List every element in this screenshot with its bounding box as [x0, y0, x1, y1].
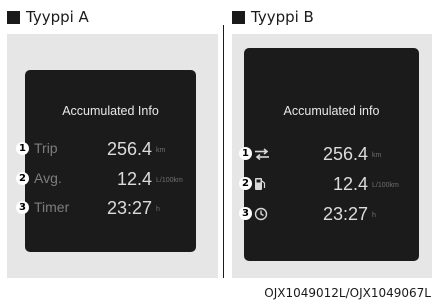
- callout-badge-1: 1: [239, 147, 252, 160]
- figure-caption: OJX1049012L/OJX1049067L: [264, 286, 431, 300]
- trip-arrows-icon: [254, 147, 270, 166]
- type-a-display-screen: Accumulated Info 1 Trip 256.4 km 2 Avg. …: [16, 70, 196, 252]
- callout-badge-2: 2: [239, 177, 252, 190]
- type-b-display-screen: Accumulated info 1 256.4 km 2 12.4 L/100…: [239, 48, 419, 261]
- average-value: 12.4: [332, 174, 368, 194]
- trip-value: 256.4: [106, 139, 152, 159]
- fuel-pump-icon: [254, 177, 266, 196]
- type-a-header: Tyyppi A: [7, 8, 89, 26]
- timer-row: 3 23:27 h: [239, 204, 419, 226]
- type-a-screen-title: Accumulated Info: [62, 104, 159, 118]
- trip-row: 1 256.4 km: [239, 144, 419, 166]
- timer-label: Timer: [34, 199, 70, 215]
- timer-value: 23:27: [322, 204, 368, 224]
- callout-badge-2: 2: [16, 172, 29, 185]
- type-b-square-icon: [232, 10, 245, 24]
- clock-icon: [254, 207, 268, 226]
- trip-unit: km: [372, 152, 382, 159]
- average-unit: L/100km: [156, 177, 183, 184]
- type-a-panel: Accumulated Info 1 Trip 256.4 km 2 Avg. …: [7, 34, 218, 278]
- trip-row: 1 Trip 256.4 km: [16, 139, 196, 161]
- type-a-square-icon: [7, 10, 20, 24]
- average-row: 2 Avg. 12.4 L/100km: [16, 169, 196, 191]
- callout-badge-3: 3: [239, 207, 252, 220]
- type-b-label: Tyyppi B: [251, 8, 314, 26]
- callout-badge-3: 3: [16, 201, 29, 214]
- timer-value: 23:27: [106, 198, 152, 218]
- trip-label: Trip: [34, 140, 58, 156]
- trip-value: 256.4: [322, 144, 368, 164]
- type-a-label: Tyyppi A: [26, 8, 89, 26]
- average-row: 2 12.4 L/100km: [239, 174, 419, 196]
- average-unit: L/100km: [372, 182, 399, 189]
- type-b-screen-title: Accumulated info: [283, 104, 380, 118]
- timer-unit: h: [156, 206, 160, 213]
- trip-unit: km: [156, 147, 166, 154]
- timer-row: 3 Timer 23:27 h: [16, 198, 196, 220]
- timer-unit: h: [372, 212, 376, 219]
- panel-divider: [223, 25, 224, 278]
- average-label: Avg.: [34, 170, 62, 186]
- type-b-panel: Accumulated info 1 256.4 km 2 12.4 L/100…: [232, 34, 432, 278]
- callout-badge-1: 1: [16, 142, 29, 155]
- average-value: 12.4: [116, 169, 152, 189]
- type-b-header: Tyyppi B: [232, 8, 314, 26]
